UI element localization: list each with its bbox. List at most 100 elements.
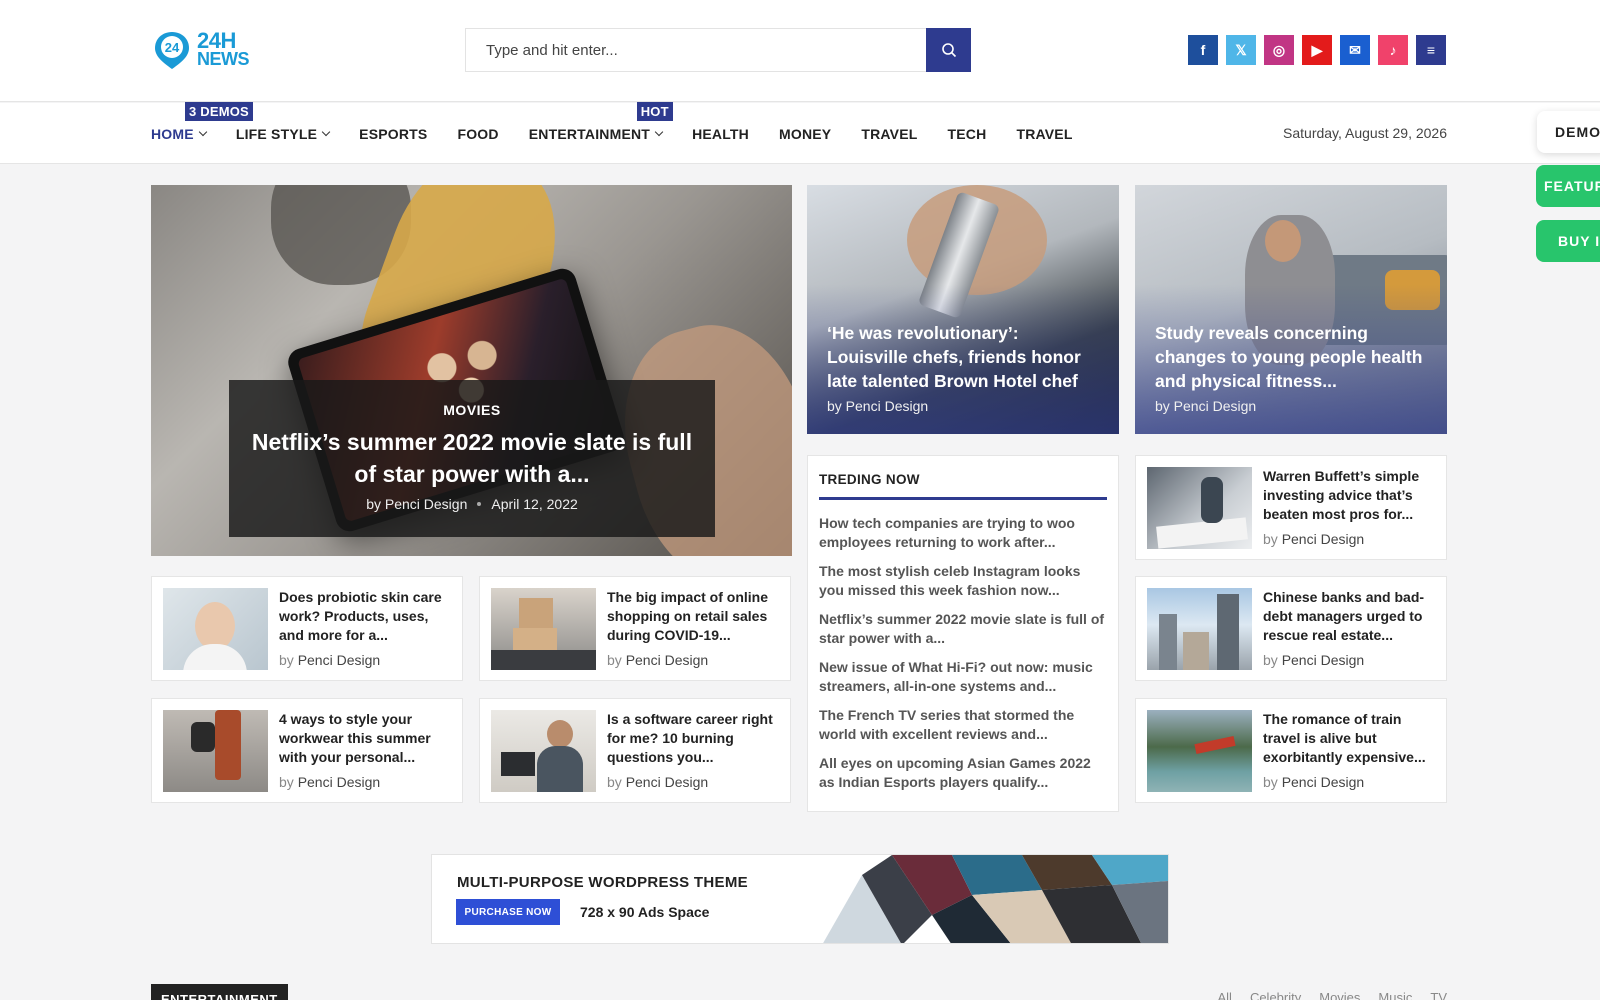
main-navigation-bar: 3 DEMOS HOME LIFE STYLE ESPORTS FOOD HOT… (0, 101, 1600, 164)
trending-list: How tech companies are trying to woo emp… (819, 514, 1107, 792)
featured-post-1[interactable]: ‘He was revolutionary’: Louisville chefs… (807, 185, 1119, 434)
card-title[interactable]: Warren Buffett’s simple investing advice… (1263, 467, 1435, 524)
author-link[interactable]: Penci Design (626, 774, 709, 790)
post-thumbnail[interactable] (163, 710, 268, 792)
search-icon (941, 43, 956, 58)
ad-banner[interactable]: MULTI-PURPOSE WORDPRESS THEME PURCHASE N… (431, 854, 1169, 944)
main-menu: 3 DEMOS HOME LIFE STYLE ESPORTS FOOD HOT… (151, 101, 1103, 164)
by-prefix: by (1263, 774, 1278, 790)
featured-post-1-title[interactable]: ‘He was revolutionary’: Louisville chefs… (827, 321, 1101, 393)
email-icon[interactable]: ✉ (1340, 35, 1370, 65)
card-title[interactable]: Chinese banks and bad-debt managers urge… (1263, 588, 1435, 645)
nav-home[interactable]: 3 DEMOS HOME (151, 101, 253, 142)
post-thumbnail[interactable] (491, 710, 596, 792)
site-header: 24 24H NEWS f𝕏 ◎ ▶ ✉ ♪ ≡ (0, 0, 1600, 102)
featured-post-2-title[interactable]: Study reveals concerning changes to youn… (1155, 321, 1429, 393)
trending-item[interactable]: The French TV series that stormed the wo… (819, 706, 1107, 744)
card-title[interactable]: Does probiotic skin care work? Products,… (279, 588, 451, 645)
by-prefix: by (279, 774, 294, 790)
nav-entertainment[interactable]: HOT ENTERTAINMENT (528, 101, 673, 142)
search-button[interactable] (926, 28, 971, 72)
features-side-button[interactable]: FEATUR (1536, 165, 1600, 207)
thumb-shape (547, 720, 573, 748)
logo-line-2: NEWS (197, 49, 250, 69)
youtube-icon[interactable]: ▶ (1302, 35, 1332, 65)
list-item[interactable]: 4 ways to style your workwear this summe… (151, 698, 463, 803)
list-item[interactable]: The big impact of online shopping on ret… (479, 576, 791, 681)
hero-post[interactable]: MOVIES Netflix’s summer 2022 movie slate… (151, 185, 792, 556)
facebook-icon[interactable]: f (1188, 35, 1218, 65)
list-item[interactable]: Is a software career right for me? 10 bu… (479, 698, 791, 803)
hero-meta: by Penci Design April 12, 2022 (229, 496, 715, 512)
featured-post-2-author[interactable]: by Penci Design (1155, 398, 1429, 414)
nav-travel-label: TRAVEL (861, 125, 918, 142)
card-title[interactable]: The big impact of online shopping on ret… (607, 588, 779, 645)
chevron-down-icon (654, 127, 664, 137)
featured-post-1-author[interactable]: by Penci Design (827, 398, 1101, 414)
nav-entertainment-label: ENTERTAINMENT (528, 125, 651, 142)
hero-category[interactable]: MOVIES (229, 402, 715, 418)
list-item[interactable]: Does probiotic skin care work? Products,… (151, 576, 463, 681)
section-tab[interactable]: Movies (1319, 990, 1360, 1000)
hero-author[interactable]: by Penci Design (366, 496, 467, 512)
featured-post-2[interactable]: Study reveals concerning changes to youn… (1135, 185, 1447, 434)
hero-caption: MOVIES Netflix’s summer 2022 movie slate… (229, 380, 715, 537)
trending-item[interactable]: Netflix’s summer 2022 movie slate is ful… (819, 610, 1107, 648)
post-thumbnail[interactable] (1147, 710, 1252, 792)
author-link[interactable]: Penci Design (1282, 652, 1365, 668)
trending-item[interactable]: New issue of What Hi-Fi? out now: music … (819, 658, 1107, 696)
post-thumbnail[interactable] (163, 588, 268, 670)
hero-title[interactable]: Netflix’s summer 2022 movie slate is ful… (245, 426, 699, 490)
list-item[interactable]: The romance of train travel is alive but… (1135, 698, 1447, 803)
nav-travel[interactable]: TRAVEL (861, 126, 917, 142)
nav-money[interactable]: MONEY (779, 126, 831, 142)
instagram-icon[interactable]: ◎ (1264, 35, 1294, 65)
site-logo[interactable]: 24 24H NEWS (151, 28, 251, 72)
section-tab[interactable]: Celebrity (1250, 990, 1301, 1000)
nav-badge-demos: 3 DEMOS (185, 101, 253, 121)
nav-food[interactable]: FOOD (457, 126, 498, 142)
nav-life-style-label: LIFE STYLE (235, 125, 318, 142)
author-link[interactable]: Penci Design (626, 652, 709, 668)
trending-item[interactable]: How tech companies are trying to woo emp… (819, 514, 1107, 552)
section-title: ENTERTAINMENT (151, 984, 288, 1000)
nav-tech[interactable]: TECH (948, 126, 987, 142)
card-body: Chinese banks and bad-debt managers urge… (1263, 588, 1435, 669)
nav-travel-2[interactable]: TRAVEL (1016, 126, 1072, 142)
trending-item[interactable]: The most stylish celeb Instagram looks y… (819, 562, 1107, 600)
author-link[interactable]: Penci Design (1282, 531, 1365, 547)
list-item[interactable]: Warren Buffett’s simple investing advice… (1135, 455, 1447, 560)
card-title[interactable]: 4 ways to style your workwear this summe… (279, 710, 451, 767)
nav-tech-label: TECH (947, 125, 987, 142)
post-thumbnail[interactable] (1147, 588, 1252, 670)
nav-life-style[interactable]: LIFE STYLE (235, 125, 331, 142)
menu-icon[interactable]: ≡ (1416, 35, 1446, 65)
thumb-shape (1194, 735, 1236, 755)
nav-esports[interactable]: ESPORTS (359, 126, 427, 142)
card-title[interactable]: Is a software career right for me? 10 bu… (607, 710, 779, 767)
trending-item[interactable]: All eyes on upcoming Asian Games 2022 as… (819, 754, 1107, 792)
tiktok-icon[interactable]: ♪ (1378, 35, 1408, 65)
section-tab[interactable]: All (1217, 990, 1231, 1000)
author-link[interactable]: Penci Design (298, 652, 381, 668)
thumb-shape (537, 746, 583, 792)
author-link[interactable]: Penci Design (1282, 774, 1365, 790)
demos-side-button[interactable]: DEMO (1537, 111, 1600, 153)
nav-travel-2-label: TRAVEL (1016, 125, 1073, 142)
post-thumbnail[interactable] (1147, 467, 1252, 549)
author-link[interactable]: Penci Design (298, 774, 381, 790)
list-item[interactable]: Chinese banks and bad-debt managers urge… (1135, 576, 1447, 681)
search-input[interactable] (465, 28, 926, 72)
section-tab[interactable]: TV (1430, 990, 1447, 1000)
social-links: f 𝕏 ◎ ▶ ✉ ♪ ≡ (1188, 35, 1446, 65)
section-tabs: All Celebrity Movies Music TV (1217, 990, 1447, 1000)
thumb-shape (1201, 477, 1223, 523)
chevron-down-icon (198, 127, 208, 137)
purchase-now-button[interactable]: PURCHASE NOW (456, 899, 560, 925)
card-title[interactable]: The romance of train travel is alive but… (1263, 710, 1435, 767)
x-icon[interactable]: 𝕏 (1226, 35, 1256, 65)
buy-side-button[interactable]: BUY I (1536, 220, 1600, 262)
post-thumbnail[interactable] (491, 588, 596, 670)
section-tab[interactable]: Music (1378, 990, 1412, 1000)
nav-health[interactable]: HEALTH (692, 126, 749, 142)
